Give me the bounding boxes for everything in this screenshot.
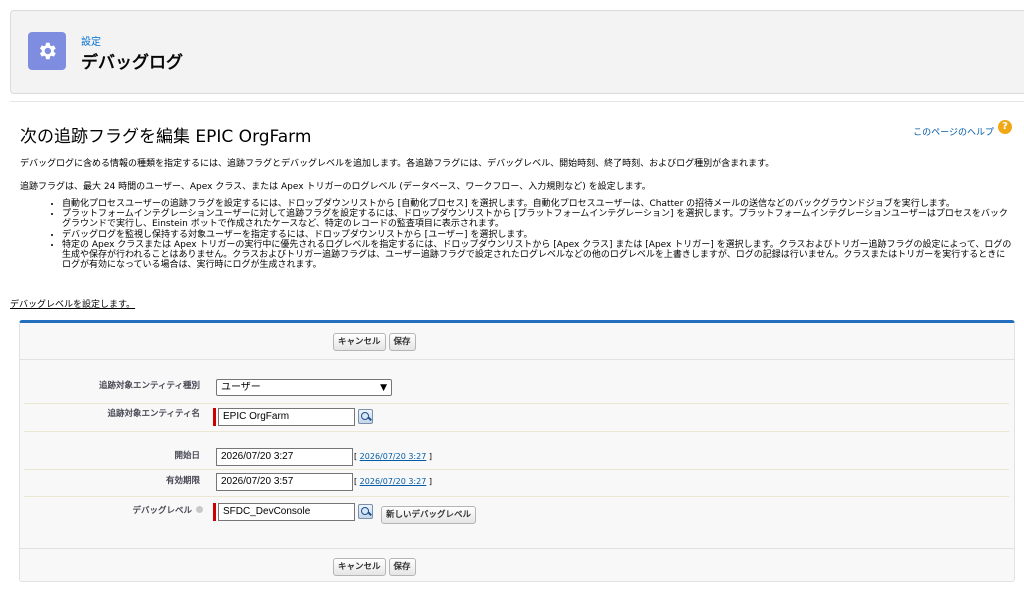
expire-now-link[interactable]: 2026/07/20 3:27 — [360, 477, 427, 486]
page-title: 次の追跡フラグを編集 EPIC OrgFarm — [20, 127, 312, 147]
help-icon[interactable]: ? — [998, 120, 1012, 134]
list-item: 自動化プロセスユーザーの追跡フラグを設定するには、ドロップダウンリストから [自… — [62, 199, 1014, 209]
intro-text: デバッグログに含める情報の種類を指定するには、追跡フラグとデバッグレベルを追加し… — [20, 159, 775, 169]
start-date-label: 開始日 — [174, 451, 200, 461]
header-breadcrumb[interactable]: 設定 — [81, 33, 101, 48]
intro-text-2: 追跡フラグは、最大 24 時間のユーザー、Apex クラス、または Apex ト… — [20, 182, 651, 192]
divider — [20, 359, 1014, 360]
top-button-row: キャンセル 保存 — [333, 333, 416, 351]
expiration-label: 有効期限 — [165, 476, 200, 486]
page-header: 設定 デバッグログ — [10, 10, 1024, 94]
required-indicator — [213, 408, 216, 426]
start-now-link[interactable]: 2026/07/20 3:27 — [360, 452, 427, 461]
entity-type-value: ユーザー — [221, 382, 261, 393]
set-debug-level-link[interactable]: デバッグレベルを設定します。 — [10, 297, 135, 310]
entity-type-select[interactable]: ユーザー ▼ — [216, 379, 392, 396]
expiration-input[interactable]: 2026/07/20 3:57 — [216, 473, 353, 491]
gear-icon — [28, 32, 66, 70]
bracket: ] — [428, 452, 432, 461]
help-bullet-list: 自動化プロセスユーザーの追跡フラグを設定するには、ドロップダウンリストから [自… — [62, 199, 1014, 270]
help-link[interactable]: このページのヘルプ — [913, 125, 994, 138]
bracket: [ — [354, 452, 358, 461]
debug-level-input[interactable]: SFDC_DevConsole — [218, 503, 355, 521]
chevron-down-icon: ▼ — [380, 383, 387, 393]
trace-flag-form: キャンセル 保存 追跡対象エンティティ種別 ユーザー ▼ 追跡対象エンティティ名… — [19, 320, 1015, 582]
cancel-button[interactable]: キャンセル — [333, 558, 386, 576]
save-button[interactable]: 保存 — [388, 333, 416, 351]
list-item: デバッグログを監視し保持する対象ユーザーを指定するには、ドロップダウンリストから… — [62, 230, 1014, 240]
entity-name-label: 追跡対象エンティティ名 — [107, 409, 200, 419]
bracket: ] — [428, 477, 432, 486]
list-item: 特定の Apex クラスまたは Apex トリガーの実行中に優先されるログレベル… — [62, 240, 1014, 271]
new-debug-level-button[interactable]: 新しいデバッグレベル — [381, 506, 477, 524]
divider — [24, 469, 1009, 470]
start-now-link-wrap: [ 2026/07/20 3:27 ] — [354, 452, 432, 461]
divider — [24, 496, 1009, 497]
page-header-title: デバッグログ — [81, 53, 183, 73]
expire-now-link-wrap: [ 2026/07/20 3:27 ] — [354, 477, 432, 486]
lookup-icon[interactable] — [358, 504, 373, 519]
entity-name-input[interactable]: EPIC OrgFarm — [218, 408, 355, 426]
debug-level-label: デバッグレベル — [12, 504, 192, 516]
list-item: プラットフォームインテグレーションユーザーに対して追跡フラグを設定するには、ドロ… — [62, 209, 1014, 229]
required-indicator — [213, 503, 216, 521]
start-date-input[interactable]: 2026/07/20 3:27 — [216, 448, 353, 466]
lookup-icon[interactable] — [358, 409, 373, 424]
divider — [20, 548, 1014, 549]
bottom-button-row: キャンセル 保存 — [333, 558, 416, 576]
divider — [24, 403, 1009, 404]
debug-level-label-text: デバッグレベル — [132, 506, 192, 516]
entity-type-label: 追跡対象エンティティ種別 — [99, 381, 200, 391]
save-button[interactable]: 保存 — [388, 558, 416, 576]
cancel-button[interactable]: キャンセル — [333, 333, 386, 351]
info-icon[interactable] — [196, 506, 203, 513]
bracket: [ — [354, 477, 358, 486]
divider — [24, 431, 1009, 432]
